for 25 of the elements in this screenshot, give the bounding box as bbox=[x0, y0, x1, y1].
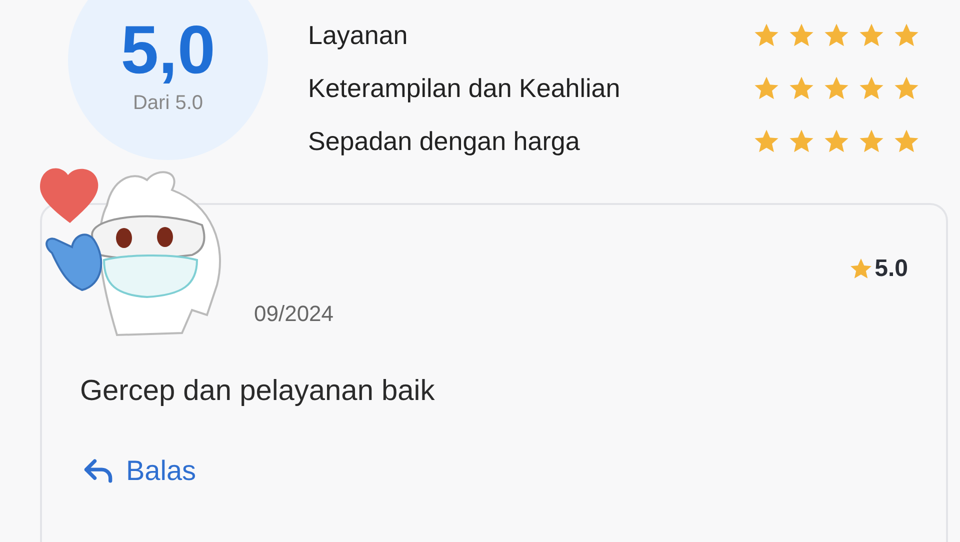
reply-button[interactable]: Balas bbox=[80, 454, 196, 488]
star-icon bbox=[788, 128, 815, 154]
star-icon bbox=[858, 128, 885, 154]
review-rating: 5.0 bbox=[874, 255, 908, 283]
star-icon bbox=[788, 22, 815, 48]
star-icon bbox=[893, 128, 920, 154]
star-icon bbox=[753, 128, 780, 154]
star-icon bbox=[848, 257, 873, 281]
star-icon bbox=[823, 22, 850, 48]
star-icon bbox=[858, 22, 885, 48]
score-subtitle: Dari 5.0 bbox=[132, 92, 204, 114]
star-icon bbox=[823, 74, 850, 102]
criterion-label: Sepadan dengan harga bbox=[308, 126, 580, 156]
star-icon bbox=[753, 74, 780, 102]
star-icon bbox=[858, 74, 885, 102]
star-icon bbox=[893, 74, 920, 102]
review-text: Gercep dan pelayanan baik bbox=[80, 375, 436, 408]
star-icon bbox=[788, 74, 815, 102]
star-icon bbox=[893, 22, 920, 48]
review-date: 09/2024 bbox=[254, 301, 334, 327]
score-value: 5,0 bbox=[120, 16, 216, 84]
star-icon bbox=[823, 128, 850, 154]
criterion-label: Layanan bbox=[308, 20, 408, 50]
criterion-label: Keterampilan dan Keahlian bbox=[308, 72, 620, 104]
star-icon bbox=[753, 22, 780, 48]
